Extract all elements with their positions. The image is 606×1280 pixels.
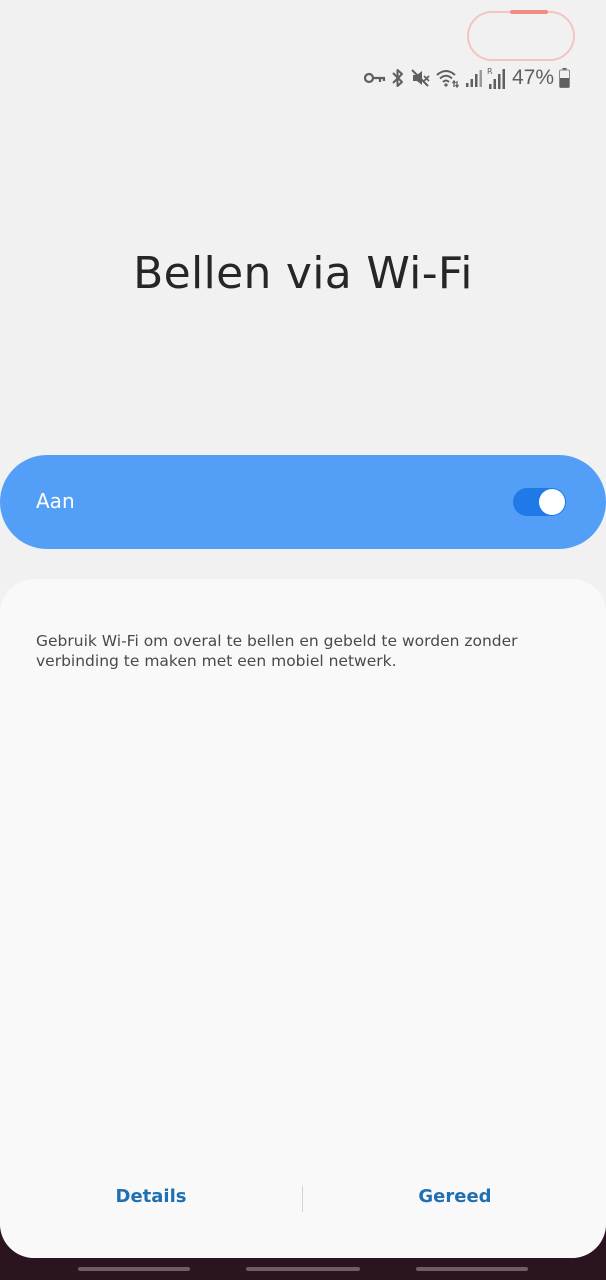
battery-icon xyxy=(559,67,570,89)
info-card: Gebruik Wi-Fi om overal te bellen en geb… xyxy=(0,579,606,1258)
nav-hint-right xyxy=(416,1267,528,1271)
svg-text:R: R xyxy=(487,67,493,76)
signal-icon xyxy=(465,67,482,89)
master-toggle-switch[interactable] xyxy=(513,488,566,516)
nav-hint-center xyxy=(246,1267,360,1271)
nav-hint-left xyxy=(78,1267,190,1271)
wifi-calling-icon xyxy=(435,67,461,89)
done-button[interactable]: Gereed xyxy=(304,1186,606,1207)
master-switch-label: Aan xyxy=(36,489,75,513)
status-bar: R 47% xyxy=(363,66,570,90)
footer-divider xyxy=(302,1186,303,1212)
bluetooth-icon xyxy=(391,67,405,89)
camera-indicator xyxy=(510,10,548,14)
details-button[interactable]: Details xyxy=(0,1186,302,1207)
master-switch-bar[interactable]: Aan xyxy=(0,455,606,549)
mute-icon xyxy=(410,67,430,89)
page-title: Bellen via Wi-Fi xyxy=(133,248,473,299)
battery-percentage: 47% xyxy=(511,66,554,89)
signal-roaming-icon: R xyxy=(487,67,505,89)
screen: R 47% Bellen via Wi-Fi Aan Gebruik Wi-Fi… xyxy=(0,0,606,1258)
camera-cutout xyxy=(467,11,575,61)
vpn-key-icon xyxy=(363,67,386,89)
description-text: Gebruik Wi-Fi om overal te bellen en geb… xyxy=(36,632,518,670)
toggle-knob xyxy=(539,489,565,515)
